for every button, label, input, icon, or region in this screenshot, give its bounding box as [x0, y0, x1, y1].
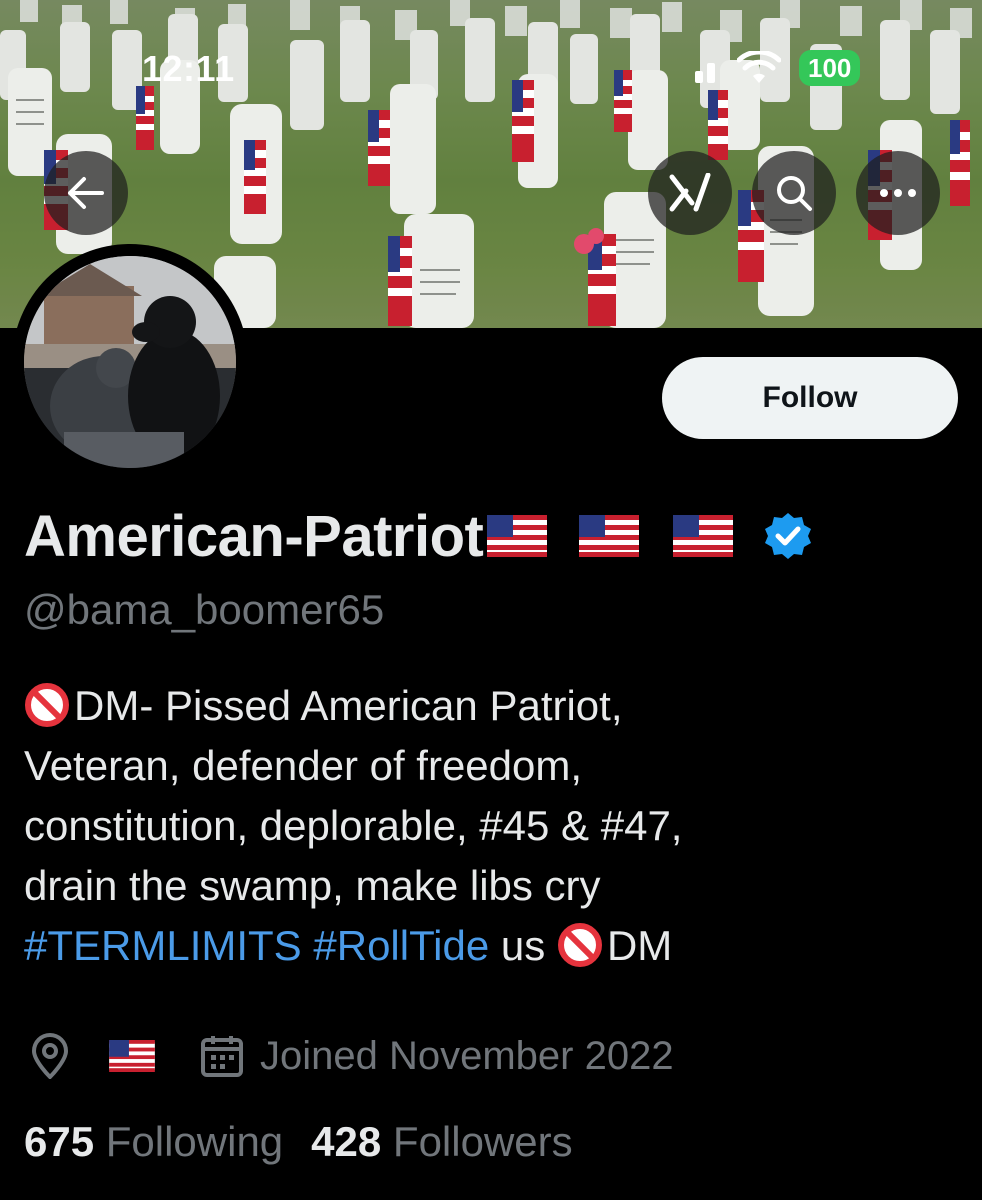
following-link[interactable]: 675 Following	[24, 1118, 283, 1165]
grok-button[interactable]	[648, 151, 732, 235]
profile-bio: DM- Pissed American Patriot, Veteran, de…	[24, 676, 964, 976]
calendar-icon	[201, 1036, 243, 1077]
following-count: 675	[24, 1118, 95, 1165]
follow-counts: 675 Following 428 Followers	[24, 1118, 573, 1166]
cellular-signal-icon	[695, 63, 715, 83]
back-button[interactable]	[44, 151, 128, 235]
more-icon	[880, 189, 916, 197]
bio-line: drain the swamp, make libs cry	[24, 862, 601, 909]
profile-avatar[interactable]	[12, 244, 248, 480]
following-label: Following	[105, 1118, 284, 1165]
us-flag-icon	[487, 515, 548, 557]
location-pin-icon	[31, 1033, 69, 1079]
dogs-photo	[24, 256, 236, 468]
more-options-button[interactable]	[856, 151, 940, 235]
us-flag-icon	[673, 515, 734, 557]
bio-text: DM	[606, 922, 673, 969]
followers-label: Followers	[392, 1118, 573, 1165]
hashtag-link[interactable]: #RollTide	[313, 922, 489, 969]
followers-count: 428	[311, 1118, 382, 1165]
profile-handle: @bama_boomer65	[24, 586, 385, 633]
grok-icon	[669, 173, 711, 212]
search-button[interactable]	[752, 151, 836, 235]
followers-link[interactable]: 428 Followers	[311, 1118, 572, 1165]
hashtag-link[interactable]: #TERMLIMITS	[24, 922, 302, 969]
arrow-left-icon	[68, 177, 104, 209]
wifi-icon	[737, 51, 781, 83]
us-flag-icon	[579, 515, 640, 557]
us-flag-icon	[109, 1040, 155, 1072]
no-entry-icon	[25, 683, 69, 727]
bio-text: DM- Pissed American Patriot,	[74, 682, 623, 729]
bio-line: #TERMLIMITS #RollTide us DM	[24, 916, 964, 976]
profile-name-row: American-Patriot	[24, 498, 813, 574]
search-icon	[777, 176, 812, 211]
follow-button[interactable]: Follow	[662, 357, 958, 439]
status-time: 12:11	[142, 48, 235, 89]
profile-meta: Joined November 2022	[30, 1028, 674, 1084]
verified-badge-icon[interactable]	[763, 511, 813, 561]
joined-date: Joined November 2022	[260, 1033, 674, 1078]
battery-indicator: 100	[799, 50, 861, 86]
bio-line: DM- Pissed American Patriot,	[24, 676, 964, 736]
bio-text: us	[489, 922, 557, 969]
no-entry-icon	[557, 923, 602, 967]
status-icons: 100	[695, 48, 861, 88]
display-name: American-Patriot	[24, 503, 484, 569]
bio-line: Veteran, defender of freedom,	[24, 742, 583, 789]
bio-line: constitution, deplorable, #45 & #47,	[24, 802, 683, 849]
